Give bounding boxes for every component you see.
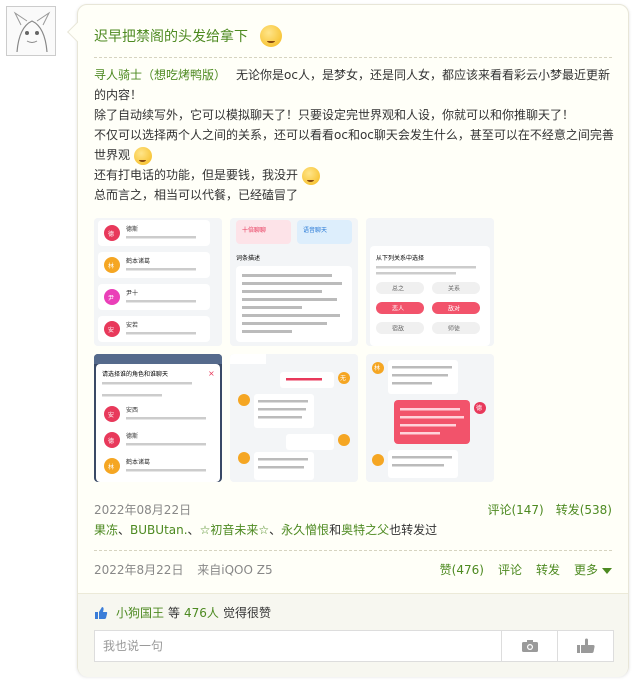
pointing-hand-icon (576, 638, 595, 653)
img3-heading: 从下列关系中选择 (376, 254, 424, 262)
img2-tab-2: 语音聊天 (303, 226, 327, 234)
reposter-link-5[interactable]: 奥特之父 (341, 523, 389, 537)
like-button[interactable]: 赞(476) (440, 563, 484, 577)
img1-name: 尹十 (126, 289, 138, 297)
repost-button[interactable]: 转发 (536, 563, 560, 577)
comment-button[interactable]: 评论 (498, 563, 522, 577)
img6-avatar: 林 (374, 364, 380, 372)
image-thumbnail-3[interactable]: 从下列关系中选择 总之 关系恋人 敌对宿敌 师徒 (366, 218, 494, 346)
post-card: 迟早把禁阁的头发给拿下 寻人骑士（想吃烤鸭版） 无论你是oc人，是梦女，还是同人女… (67, 4, 629, 677)
reposter-link-3[interactable]: ☆初音未来☆ (200, 523, 270, 537)
post-text: 迟早把禁阁的头发给拿下 (94, 29, 248, 45)
img3-tag-label: 敌对 (448, 305, 460, 313)
post-source: 来自iQOO Z5 (197, 563, 273, 577)
repost-author-link[interactable]: 寻人骑士（想吃烤鸭版） (94, 68, 226, 82)
repost-line-5: 总而言之，相当可以代餐，已经磕冒了 (94, 188, 299, 202)
img1-avatar-char: 安 (108, 326, 114, 334)
reposted-content: 寻人骑士（想吃烤鸭版） 无论你是oc人，是梦女，还是同人女，都应该来看看彩云小梦最… (94, 65, 614, 205)
likes-suffix: 觉得很赞 (222, 606, 271, 620)
img4-name: 安西 (126, 406, 138, 414)
img1-name: 鹤本诸葛 (126, 257, 150, 265)
img3-tag-label: 宿敌 (392, 325, 404, 333)
repost-line-4: 还有打电话的功能，但是要钱，我没开 (94, 168, 299, 182)
img3-tag-label: 关系 (448, 285, 460, 293)
img1-avatar-char: 尹 (108, 295, 114, 302)
img4-heading: 请选择谁的角色和谁聊天 (102, 370, 168, 378)
close-icon: × (208, 369, 215, 378)
thumbs-up-icon (95, 606, 108, 619)
image-grid: 德德斯林鹤本诸葛尹尹十安安若 十倍聊聊 语音聊天 词条描述 从下列关系中选择 总… (94, 218, 494, 482)
liker-link[interactable]: 小狗国王 (116, 604, 164, 621)
also-reposted: 果冻、BUBUtan.、☆初音未来☆、永久憎恨和奥特之父也转发过 (94, 523, 438, 537)
camera-icon (521, 640, 538, 652)
img1-name: 德斯 (126, 225, 138, 233)
img3-tag-label: 恋人 (392, 305, 404, 313)
repost-date: 2022年08月22日 (94, 503, 192, 517)
reposter-link-4[interactable]: 永久憎恨 (281, 523, 329, 537)
divider (94, 57, 612, 58)
img3-tag-label: 总之 (392, 285, 404, 293)
comment-input[interactable] (95, 631, 501, 661)
img3-tag-label: 师徒 (448, 325, 460, 333)
post-date[interactable]: 2022年8月22日 (94, 563, 183, 577)
user-avatar[interactable] (6, 6, 56, 56)
chevron-down-icon (602, 567, 612, 574)
img1-avatar-char: 德 (108, 230, 114, 238)
post-header: 迟早把禁阁的头发给拿下 (94, 19, 612, 53)
likes-line: 小狗国王等 476人 觉得很赞 (94, 604, 271, 621)
reposter-link-1[interactable]: 果冻 (94, 523, 118, 537)
more-button[interactable]: 更多 (574, 563, 612, 577)
more-label: 更多 (573, 563, 598, 577)
img4-desc-line (126, 443, 206, 446)
img6-badge: 德 (476, 404, 482, 412)
repost-line-2: 除了自动续写外，它可以模拟聊天了！只要设定完世界观和人设，你就可以和你推聊天了！ (94, 108, 575, 122)
likes-and-comment-section: 小狗国王等 476人 觉得很赞 (78, 593, 628, 677)
img1-avatar-char: 林 (108, 262, 114, 270)
img4-name: 鹤本诸葛 (126, 458, 150, 466)
img1-desc-line (126, 236, 196, 239)
share-hand-button[interactable] (557, 631, 613, 661)
repost-stats-row: 2022年08月22日 评论(147) 转发(538) (94, 501, 612, 518)
img2-tab-1: 十倍聊聊 (242, 226, 266, 234)
img4-desc-line (126, 469, 206, 472)
img2-heading: 词条描述 (236, 254, 260, 262)
img1-desc-line (126, 300, 196, 303)
img4-avatar-char: 德 (108, 437, 114, 445)
thinking-emoji-icon (260, 25, 282, 47)
crying-emoji-icon (301, 166, 320, 185)
likes-count-link[interactable]: 476人 (184, 604, 219, 621)
repost-line-3: 不仅可以选择两个人之间的关系，还可以看看oc和oc聊天会发生什么，甚至可以在不经… (94, 128, 614, 162)
divider (94, 550, 612, 551)
repost-reposts-link[interactable]: 转发(538) (556, 503, 612, 517)
image-thumbnail-4[interactable]: 请选择谁的角色和谁聊天 × 安 安西德 德斯林 鹤本诸葛 (94, 354, 222, 482)
img4-desc-line (126, 417, 206, 420)
img5-badge: 无 (340, 375, 346, 382)
repost-comments-link[interactable]: 评论(147) (487, 503, 543, 517)
post-meta-row: 2022年8月22日 来自iQOO Z5 赞(476) 评论 转发 更多 (94, 561, 612, 578)
photo-button[interactable] (501, 631, 557, 661)
img1-desc-line (126, 268, 196, 271)
image-thumbnail-1[interactable]: 德 德斯林 鹤本诸葛尹 尹十安 安若 (94, 218, 222, 346)
img4-avatar-char: 安 (108, 411, 114, 419)
reposter-link-2[interactable]: BUBUtan. (130, 523, 188, 537)
also-suffix: 也转发过 (389, 523, 438, 537)
image-thumbnail-6[interactable]: 林 德 (366, 354, 494, 482)
img1-name: 安若 (126, 321, 138, 329)
image-thumbnail-2[interactable]: 十倍聊聊 语音聊天 词条描述 (230, 218, 358, 346)
img1-desc-line (126, 332, 196, 335)
card-pointer (67, 22, 87, 42)
comment-box (94, 630, 614, 662)
shocked-emoji-icon (133, 146, 152, 165)
image-thumbnail-5[interactable]: 无 (230, 354, 358, 482)
img4-avatar-char: 林 (108, 463, 114, 471)
img4-name: 德斯 (126, 432, 138, 440)
likes-pre: 等 (168, 606, 181, 620)
